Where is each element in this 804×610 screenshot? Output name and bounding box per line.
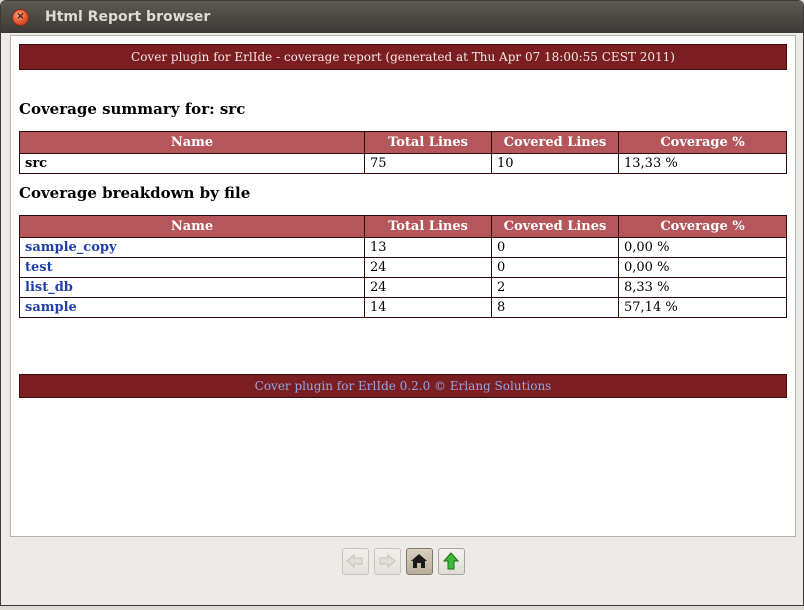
breakdown-heading: Coverage breakdown by file: [19, 184, 251, 202]
title-bar: × Html Report browser: [1, 1, 803, 33]
file-link-test[interactable]: test: [25, 260, 53, 275]
row-total-lines: 14: [364, 297, 492, 318]
column-header-total-lines: Total Lines: [364, 215, 492, 238]
column-header-total-lines: Total Lines: [364, 131, 492, 154]
row-covered-lines: 2: [491, 277, 619, 298]
report-footer-banner: Cover plugin for ErlIde 0.2.0 © Erlang S…: [19, 374, 787, 398]
row-coverage: 0,00 %: [618, 257, 787, 278]
summary-table-header-row: Name Total Lines Covered Lines Coverage …: [19, 131, 787, 154]
home-button[interactable]: [405, 547, 433, 575]
file-link-list-db[interactable]: list_db: [25, 280, 73, 295]
column-header-coverage: Coverage %: [618, 131, 787, 154]
row-covered-lines: 8: [491, 297, 619, 318]
report-view: Cover plugin for ErlIde - coverage repor…: [10, 35, 796, 537]
breakdown-table-header-row: Name Total Lines Covered Lines Coverage …: [19, 215, 787, 238]
breakdown-table: Name Total Lines Covered Lines Coverage …: [19, 215, 787, 318]
table-row: test 24 0 0,00 %: [19, 257, 787, 278]
report-header-banner: Cover plugin for ErlIde - coverage repor…: [19, 44, 787, 70]
back-button[interactable]: [341, 547, 369, 575]
column-header-covered-lines: Covered Lines: [491, 215, 619, 238]
home-icon: [411, 554, 427, 568]
row-covered-lines: 10: [491, 153, 619, 174]
column-header-coverage: Coverage %: [618, 215, 787, 238]
up-arrow-icon: [442, 552, 460, 570]
row-covered-lines: 0: [491, 237, 619, 258]
close-button[interactable]: ×: [12, 8, 29, 26]
close-icon: ×: [16, 11, 25, 22]
row-total-lines: 75: [364, 153, 492, 174]
navigation-toolbar: [1, 541, 803, 581]
table-row: src 75 10 13,33 %: [19, 153, 787, 174]
row-coverage: 13,33 %: [618, 153, 787, 174]
summary-table: Name Total Lines Covered Lines Coverage …: [19, 131, 787, 174]
row-total-lines: 24: [364, 257, 492, 278]
column-header-name: Name: [19, 131, 365, 154]
file-link-sample-copy[interactable]: sample_copy: [25, 240, 117, 255]
up-button[interactable]: [437, 547, 465, 575]
table-row: list_db 24 2 8,33 %: [19, 277, 787, 298]
row-coverage: 57,14 %: [618, 297, 787, 318]
back-arrow-icon: [346, 553, 363, 569]
column-header-name: Name: [19, 215, 365, 238]
table-row: sample_copy 13 0 0,00 %: [19, 237, 787, 258]
forward-button[interactable]: [373, 547, 401, 575]
forward-arrow-icon: [379, 553, 396, 569]
row-covered-lines: 0: [491, 257, 619, 278]
row-name: src: [19, 153, 365, 174]
window-title: Html Report browser: [45, 9, 211, 25]
report-browser-window: × Html Report browser Cover plugin for E…: [0, 0, 804, 606]
row-total-lines: 24: [364, 277, 492, 298]
column-header-covered-lines: Covered Lines: [491, 131, 619, 154]
file-link-sample[interactable]: sample: [25, 300, 77, 315]
row-coverage: 0,00 %: [618, 237, 787, 258]
summary-heading: Coverage summary for: src: [19, 100, 246, 118]
row-total-lines: 13: [364, 237, 492, 258]
table-row: sample 14 8 57,14 %: [19, 297, 787, 318]
row-coverage: 8,33 %: [618, 277, 787, 298]
